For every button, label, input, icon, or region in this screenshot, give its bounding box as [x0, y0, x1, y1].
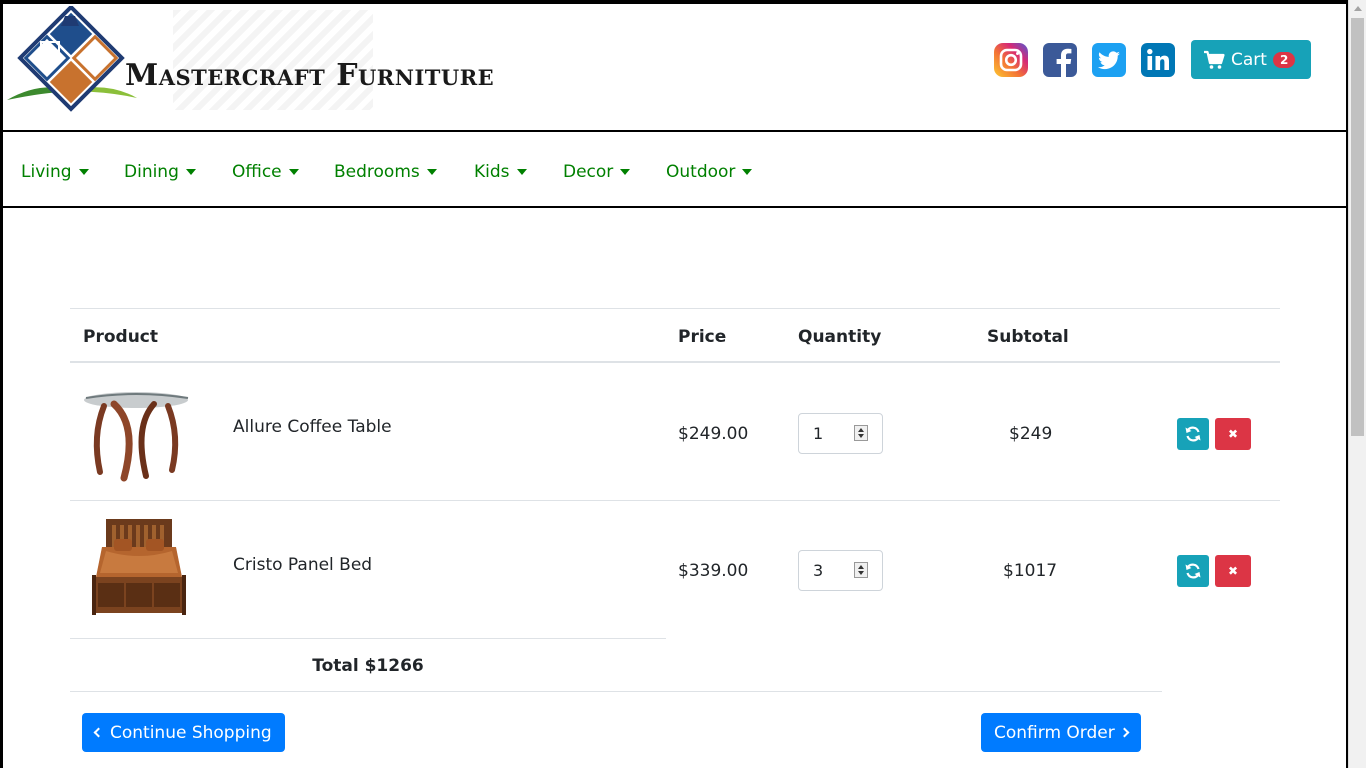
continue-label: Continue Shopping — [110, 722, 272, 743]
product-name[interactable]: Allure Coffee Table — [233, 417, 392, 437]
cart-total: Total $1266 — [312, 656, 424, 676]
remove-button[interactable]: ✖ — [1215, 418, 1251, 450]
category-nav: Living Dining Office Bedrooms Kids Decor… — [3, 134, 1346, 208]
nav-item-outdoor[interactable]: Outdoor — [666, 162, 753, 182]
product-price: $339.00 — [678, 561, 749, 581]
product-price: $249.00 — [678, 424, 749, 444]
facebook-link[interactable] — [1042, 40, 1078, 80]
product-image-panel-bed — [92, 519, 186, 615]
remove-button[interactable]: ✖ — [1215, 555, 1251, 587]
refresh-icon — [1185, 563, 1201, 579]
instagram-icon — [994, 43, 1028, 77]
quantity-value: 3 — [813, 561, 824, 580]
spinner-arrows-icon[interactable] — [854, 562, 868, 578]
quantity-stepper[interactable]: 3 — [798, 550, 883, 591]
twitter-link[interactable] — [1091, 40, 1127, 80]
table-header: Product Price Quantity Subtotal — [70, 308, 1280, 363]
header-price: Price — [678, 327, 727, 347]
nav-label: Kids — [474, 162, 510, 182]
table-row: Cristo Panel Bed $339.00 3 $1017 ✖ — [70, 501, 1280, 638]
cart-button[interactable]: Cart 2 — [1191, 40, 1311, 79]
chevron-left-icon — [93, 727, 104, 738]
nav-item-dining[interactable]: Dining — [124, 162, 196, 182]
quantity-stepper[interactable]: 1 — [798, 413, 883, 454]
refresh-button[interactable] — [1177, 555, 1209, 587]
caret-down-icon — [742, 169, 753, 175]
linkedin-link[interactable] — [1140, 40, 1176, 80]
caret-down-icon — [620, 169, 631, 175]
scroll-thumb[interactable] — [1351, 18, 1364, 436]
product-subtotal: $1017 — [1003, 561, 1058, 581]
brand-logo[interactable]: Mastercraft Furniture — [5, 6, 545, 114]
product-image-coffee-table — [84, 392, 189, 482]
total-row: Total $1266 — [70, 638, 666, 692]
page: Mastercraft Furniture Cart 2 Living Dini… — [0, 0, 1348, 768]
brand-name: Mastercraft Furniture — [125, 58, 495, 93]
continue-shopping-button[interactable]: Continue Shopping — [82, 713, 285, 752]
spinner-arrows-icon[interactable] — [854, 425, 868, 441]
close-icon: ✖ — [1227, 564, 1239, 578]
cart-count-badge: 2 — [1272, 51, 1296, 68]
chevron-right-icon — [1119, 727, 1130, 738]
cart-label: Cart — [1231, 49, 1267, 70]
caret-down-icon — [426, 169, 437, 175]
header-subtotal: Subtotal — [987, 327, 1069, 347]
facebook-icon — [1043, 43, 1077, 78]
nav-item-kids[interactable]: Kids — [474, 162, 527, 182]
refresh-icon — [1185, 426, 1201, 442]
header-product: Product — [83, 327, 158, 347]
vertical-scrollbar[interactable] — [1348, 0, 1366, 768]
shopping-cart-icon — [1204, 50, 1225, 69]
nav-item-office[interactable]: Office — [232, 162, 299, 182]
twitter-icon — [1092, 43, 1126, 77]
scroll-up-icon[interactable] — [1349, 0, 1366, 17]
nav-label: Dining — [124, 162, 179, 182]
site-header: Mastercraft Furniture Cart 2 — [3, 4, 1346, 132]
refresh-button[interactable] — [1177, 418, 1209, 450]
quantity-value: 1 — [813, 424, 824, 443]
product-subtotal: $249 — [1009, 424, 1053, 444]
confirm-label: Confirm Order — [994, 722, 1115, 743]
nav-item-living[interactable]: Living — [21, 162, 89, 182]
header-quantity: Quantity — [798, 327, 882, 347]
caret-down-icon — [516, 169, 527, 175]
product-name[interactable]: Cristo Panel Bed — [233, 555, 372, 575]
table-row: Allure Coffee Table $249.00 1 $249 ✖ — [70, 364, 1280, 501]
nav-label: Outdoor — [666, 162, 736, 182]
nav-item-decor[interactable]: Decor — [563, 162, 631, 182]
nav-label: Office — [232, 162, 282, 182]
confirm-order-button[interactable]: Confirm Order — [981, 713, 1141, 752]
caret-down-icon — [78, 169, 89, 175]
linkedin-icon — [1141, 43, 1175, 77]
close-icon: ✖ — [1227, 427, 1239, 441]
nav-item-bedrooms[interactable]: Bedrooms — [334, 162, 437, 182]
caret-down-icon — [288, 169, 299, 175]
instagram-link[interactable] — [993, 40, 1029, 80]
logo-emblem-icon — [7, 6, 137, 112]
caret-down-icon — [185, 169, 196, 175]
nav-label: Bedrooms — [334, 162, 420, 182]
nav-label: Living — [21, 162, 72, 182]
nav-label: Decor — [563, 162, 614, 182]
divider — [70, 691, 1162, 692]
